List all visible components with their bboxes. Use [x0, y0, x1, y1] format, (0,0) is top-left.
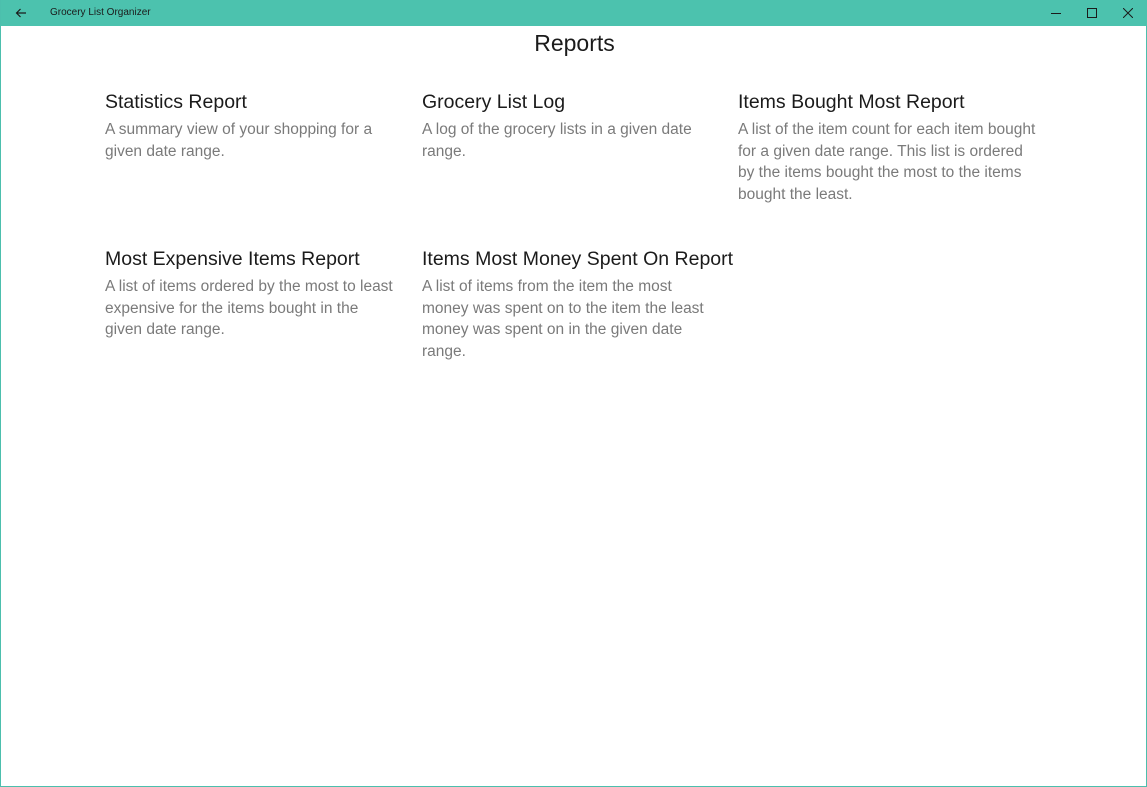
title-bar: Grocery List Organizer [1, 0, 1147, 26]
report-card-statistics[interactable]: Statistics Report A summary view of your… [105, 89, 395, 162]
app-window: Grocery List Organizer Reports Statistic… [0, 0, 1147, 787]
close-button[interactable] [1110, 0, 1146, 26]
report-card-items-bought-most[interactable]: Items Bought Most Report A list of the i… [738, 89, 1038, 206]
maximize-button[interactable] [1074, 0, 1110, 26]
report-title: Items Most Money Spent On Report [422, 248, 734, 270]
report-description: A list of the item count for each item b… [738, 121, 1036, 204]
arrow-left-icon [15, 8, 26, 18]
report-description: A log of the grocery lists in a given da… [422, 121, 692, 160]
report-title: Items Bought Most Report [738, 91, 965, 113]
minimize-icon [1051, 13, 1061, 14]
page-title: Reports [534, 30, 615, 56]
report-card-grocery-list-log[interactable]: Grocery List Log A log of the grocery li… [422, 89, 722, 162]
report-title: Grocery List Log [422, 91, 566, 113]
back-button[interactable] [1, 0, 41, 26]
report-description: A list of items from the item the most m… [422, 278, 704, 361]
report-description: A summary view of your shopping for a gi… [105, 121, 373, 160]
report-card-most-expensive-items[interactable]: Most Expensive Items Report A list of it… [105, 246, 395, 341]
app-title: Grocery List Organizer [50, 7, 151, 18]
close-icon [1123, 8, 1133, 18]
report-title: Most Expensive Items Report [105, 248, 360, 270]
maximize-icon [1087, 8, 1097, 18]
report-card-items-most-money-spent-on[interactable]: Items Most Money Spent On Report A list … [422, 246, 734, 363]
report-title: Statistics Report [105, 91, 247, 113]
report-description: A list of items ordered by the most to l… [105, 278, 393, 339]
minimize-button[interactable] [1038, 0, 1074, 26]
